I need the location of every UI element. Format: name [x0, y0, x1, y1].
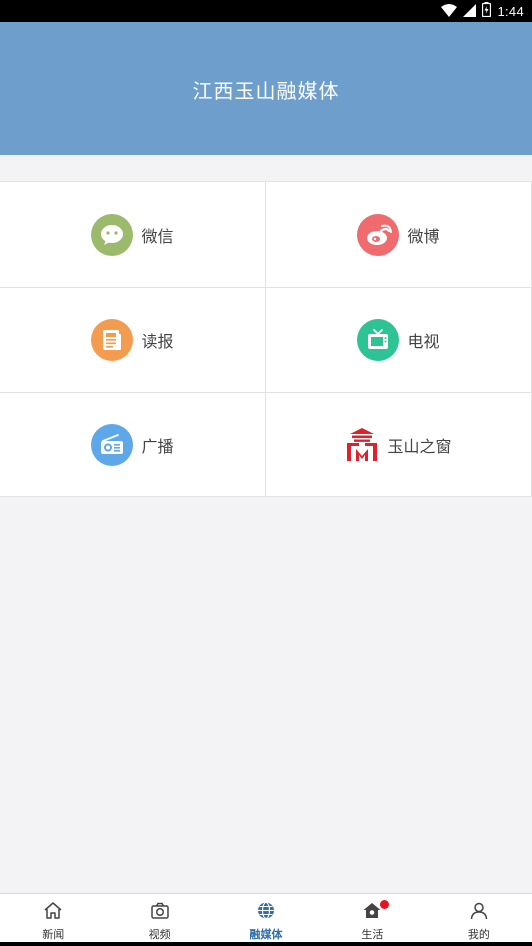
app-header: 江西玉山融媒体	[0, 22, 532, 155]
home-icon	[43, 901, 63, 924]
nav-item-life[interactable]: 生活	[319, 894, 425, 946]
globe-icon	[256, 901, 276, 924]
wifi-icon	[441, 2, 458, 21]
nav-label: 我的	[467, 928, 490, 941]
bottom-nav: 新闻 视频 融媒体 生活 我的	[0, 893, 532, 946]
nav-label: 融媒体	[249, 928, 283, 941]
tv-icon	[357, 319, 400, 361]
notification-badge	[380, 900, 390, 909]
grid-item-weibo[interactable]: 微博	[266, 182, 532, 287]
user-icon	[469, 901, 489, 924]
grid-item-label: 玉山之窗	[387, 437, 452, 456]
nav-item-news[interactable]: 新闻	[0, 894, 106, 946]
channel-grid: 微信 微博 读报 电视 广播 玉山之窗	[0, 181, 532, 497]
nav-label: 新闻	[42, 928, 65, 941]
grid-item-label: 广播	[141, 437, 174, 456]
nav-item-media[interactable]: 融媒体	[213, 894, 319, 946]
yushan-logo-icon	[345, 426, 379, 464]
status-time: 1:44	[497, 3, 524, 19]
grid-item-newspaper[interactable]: 读报	[0, 287, 266, 392]
wechat-icon	[91, 213, 134, 256]
status-bar: 1:44	[0, 0, 532, 22]
system-bottom-edge	[0, 942, 532, 946]
grid-item-label: 电视	[407, 332, 440, 351]
grid-item-label: 读报	[141, 332, 174, 351]
signal-icon	[463, 2, 477, 21]
battery-icon	[482, 1, 492, 21]
grid-item-tv[interactable]: 电视	[266, 287, 532, 392]
radio-icon	[91, 424, 134, 466]
nav-item-profile[interactable]: 我的	[426, 894, 532, 946]
grid-item-label: 微信	[141, 226, 174, 246]
nav-label: 视频	[148, 928, 171, 941]
grid-item-yushan-window[interactable]: 玉山之窗	[266, 392, 532, 497]
nav-item-video[interactable]: 视频	[106, 894, 212, 946]
grid-item-wechat[interactable]: 微信	[0, 182, 266, 287]
grid-item-radio[interactable]: 广播	[0, 392, 266, 497]
weibo-icon	[357, 213, 400, 256]
newspaper-icon	[91, 319, 134, 361]
camera-icon	[150, 901, 170, 924]
status-icons: 1:44	[441, 1, 524, 21]
grid-item-label: 微博	[407, 226, 440, 246]
nav-label: 生活	[361, 928, 384, 941]
page-title: 江西玉山融媒体	[192, 79, 340, 103]
